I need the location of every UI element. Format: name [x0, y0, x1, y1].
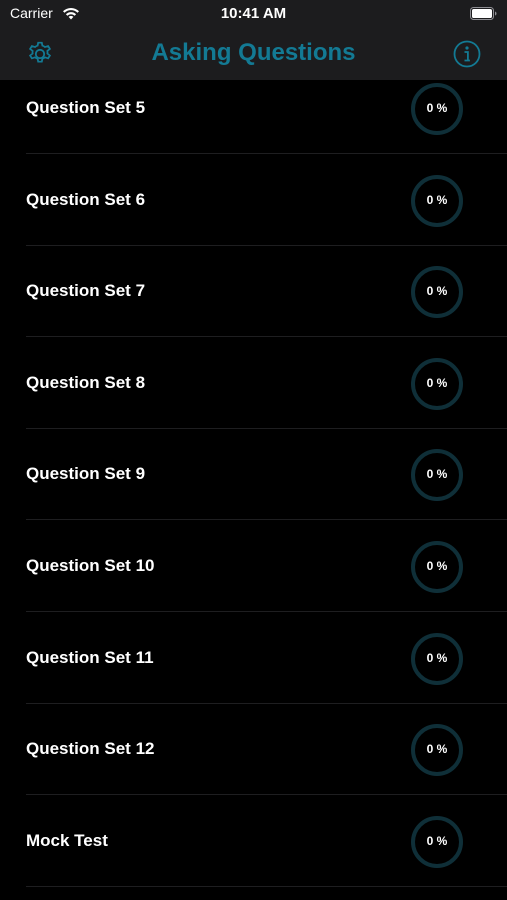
progress-percent: 0 %: [426, 559, 448, 573]
list-item-label: Question Set 6: [26, 189, 146, 209]
progress-percent: 0 %: [426, 192, 448, 207]
info-button[interactable]: [451, 38, 483, 70]
progress-percent: 0 %: [426, 650, 448, 665]
status-time: 10:41 AM: [220, 5, 287, 22]
list-item[interactable]: Question Set 5 0 %: [0, 80, 507, 154]
progress-ring: 0 %: [410, 723, 464, 777]
progress-ring: 0 %: [410, 448, 464, 502]
question-set-list: Question Set 50 % Question Set 60 % Questi…: [0, 80, 507, 900]
list-item[interactable]: Question Set 6 0 %: [0, 155, 507, 246]
list-item[interactable]: Question Set 10 0 %: [0, 521, 507, 612]
info-icon: [453, 40, 481, 68]
progress-ring: 0 %: [410, 82, 464, 136]
status-bar: Carrier 10:41 AM: [0, 0, 507, 28]
list-item-label: Question Set 11: [26, 647, 154, 667]
progress-percent: 0 %: [426, 467, 448, 482]
progress-ring: 0 %: [410, 174, 464, 228]
progress-percent: 0 %: [426, 742, 448, 757]
battery-icon: [470, 7, 497, 20]
progress-ring: 0 %: [410, 265, 464, 319]
list-item[interactable]: Question Set 8 0 %: [0, 338, 507, 429]
list-item-label: Mock Test: [26, 830, 108, 850]
list-item-label: Question Set 9: [26, 464, 146, 484]
list-item[interactable]: Mock Test 0 %: [0, 796, 507, 887]
list-item[interactable]: Question Set 9 0 %: [0, 429, 507, 521]
list-item[interactable]: Question Set 11 0 %: [0, 613, 507, 704]
list-item-label: Question Set 5: [26, 98, 146, 117]
list-item-label: Question Set 10: [26, 556, 155, 575]
progress-ring: 0 %: [410, 540, 464, 594]
progress-percent: 0 %: [426, 284, 448, 299]
list-item-label: Question Set 7: [26, 281, 146, 301]
list-item[interactable]: Question Set 7 0 %: [0, 246, 507, 338]
progress-ring: 0 %: [410, 357, 464, 411]
row-divider: [26, 885, 507, 887]
page-title: Asking Questions: [151, 39, 356, 66]
progress-percent: 0 %: [426, 833, 448, 848]
progress-ring: 0 %: [410, 632, 464, 686]
progress-ring: 0 %: [410, 815, 464, 869]
navigation-bar: Asking Questions: [0, 28, 507, 80]
list-item-label: Question Set 12: [26, 739, 155, 759]
list-item-label: Question Set 8: [26, 372, 146, 392]
progress-percent: 0 %: [426, 375, 448, 390]
progress-percent: 0 %: [426, 101, 448, 115]
list-item[interactable]: Question Set 12 0 %: [0, 704, 507, 796]
